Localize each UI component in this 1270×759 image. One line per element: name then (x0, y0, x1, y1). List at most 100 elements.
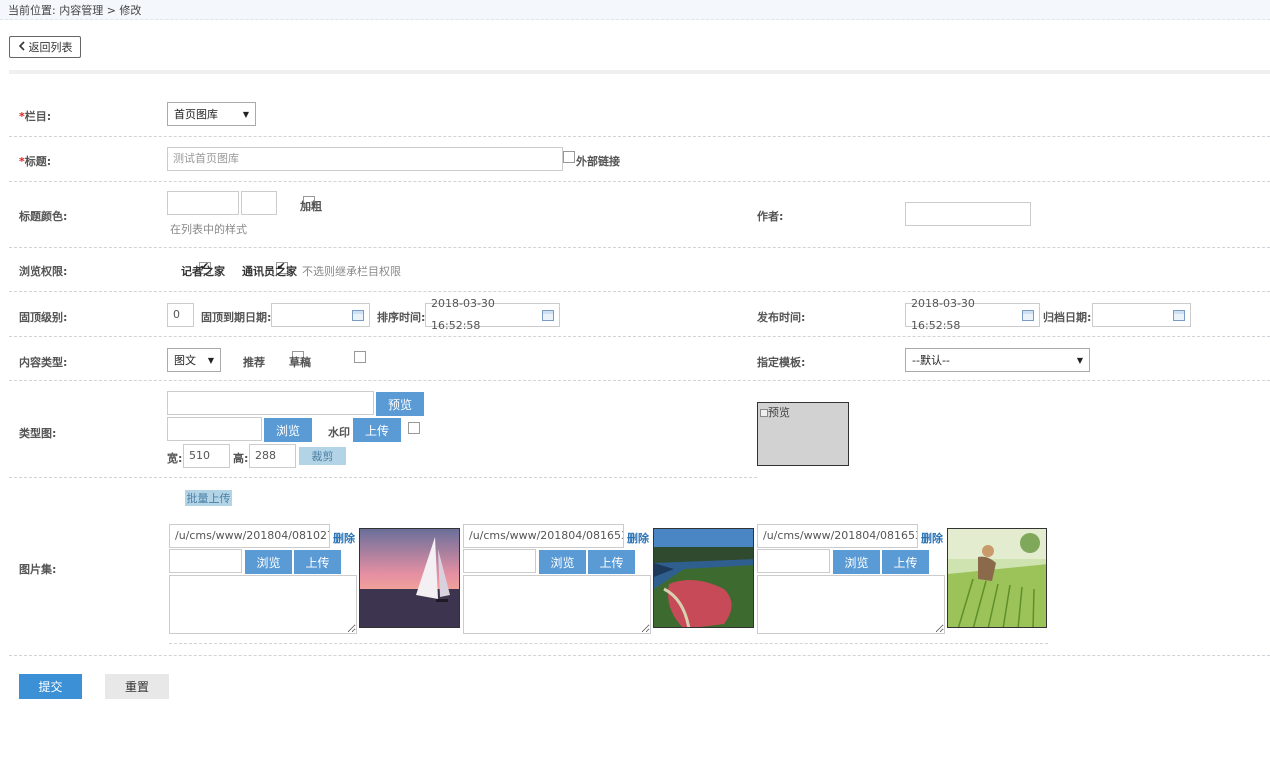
sailboat-sunset-image (360, 529, 459, 627)
row-divider (9, 655, 1270, 656)
type-image-preview: 预览 (757, 402, 849, 466)
type-image-path-input[interactable] (167, 391, 374, 415)
back-to-list-button[interactable]: 返回列表 (9, 36, 81, 58)
gallery-browse-button[interactable]: 浏览 (833, 550, 880, 574)
calendar-icon[interactable] (1173, 309, 1185, 321)
preview-button[interactable]: 预览 (376, 392, 424, 416)
gallery-upload-button[interactable]: 上传 (882, 550, 929, 574)
content-type-label: 内容类型: (19, 356, 68, 369)
preview-alt-text: 预览 (768, 406, 790, 419)
height-label: 高: (233, 452, 249, 465)
external-link-checkbox[interactable] (563, 151, 575, 163)
gallery-file-input[interactable] (757, 549, 830, 573)
upload-button[interactable]: 上传 (353, 418, 401, 442)
gallery-file-input[interactable] (463, 549, 536, 573)
content-type-select[interactable]: 图文 ▼ (167, 348, 221, 372)
reset-button[interactable]: 重置 (105, 674, 169, 699)
external-link-label: 外部链接 (576, 155, 620, 168)
width-label: 宽: (167, 452, 183, 465)
archive-date-input[interactable] (1092, 303, 1191, 327)
gallery-description-textarea[interactable] (169, 575, 357, 634)
top-level-value: 0 (173, 308, 180, 321)
column-label-text: 栏目: (24, 110, 52, 123)
gallery-divider (169, 643, 1048, 644)
author-label: 作者: (757, 210, 784, 223)
draft-label: 草稿 (289, 356, 311, 369)
title-color-help: 在列表中的样式 (170, 223, 247, 236)
gallery-description-textarea[interactable] (757, 575, 945, 634)
batch-upload-button[interactable]: 批量上传 (185, 490, 232, 506)
gallery-file-input[interactable] (169, 549, 242, 573)
height-input[interactable]: 288 (249, 444, 296, 468)
width-input[interactable]: 510 (183, 444, 230, 468)
row-divider (9, 336, 1270, 337)
title-color-label: 标题颜色: (19, 210, 68, 223)
gallery-upload-button[interactable]: 上传 (294, 550, 341, 574)
publish-time-label: 发布时间: (757, 311, 806, 324)
gallery-delete-link[interactable]: 删除 (627, 530, 649, 546)
chevron-left-icon (18, 40, 26, 54)
publish-time-input[interactable]: 2018-03-30 16:52:58 (905, 297, 1040, 332)
chevron-down-icon: ▼ (242, 109, 249, 119)
browse-button[interactable]: 浏览 (264, 418, 312, 442)
bold-label: 加粗 (300, 200, 322, 213)
sort-time-input[interactable]: 2018-03-30 16:52:58 (425, 297, 560, 332)
perm-reporter-label: 记者之家 (181, 265, 225, 278)
gallery-path-value: /u/cms/www/201804/081027 (175, 529, 330, 542)
title-label: *标题: (19, 153, 51, 169)
type-image-label: 类型图: (19, 427, 57, 440)
breadcrumb: 当前位置: 内容管理 > 修改 (0, 0, 1270, 20)
preview-button-label: 预览 (387, 397, 412, 412)
submit-button[interactable]: 提交 (19, 674, 82, 699)
top-level-label: 固顶级别: (19, 311, 68, 324)
calendar-icon[interactable] (1022, 309, 1034, 321)
calendar-icon[interactable] (542, 309, 554, 321)
crop-button-label: 裁剪 (311, 450, 334, 463)
author-input[interactable] (905, 202, 1031, 226)
template-select[interactable]: --默认-- ▼ (905, 348, 1090, 372)
upload-button-label: 上传 (364, 423, 389, 438)
back-button-label: 返回列表 (28, 41, 73, 54)
gallery-delete-link[interactable]: 删除 (333, 530, 355, 546)
gallery-thumbnail (359, 528, 460, 628)
image-set-label: 图片集: (19, 563, 57, 576)
gallery-upload-label: 上传 (305, 555, 330, 570)
gallery-path-input[interactable]: /u/cms/www/201804/081653 (757, 524, 918, 548)
publish-time-value: 2018-03-30 16:52:58 (911, 297, 975, 332)
watermark-checkbox[interactable] (408, 422, 420, 434)
farmer-field-image (948, 529, 1046, 627)
title-input[interactable]: 测试首页图库 (167, 147, 563, 171)
gallery-browse-button[interactable]: 浏览 (245, 550, 292, 574)
calendar-icon[interactable] (352, 309, 364, 321)
broken-image-icon (760, 409, 768, 417)
column-label: *栏目: (19, 108, 51, 124)
crop-button[interactable]: 裁剪 (299, 447, 346, 465)
title-color-picker[interactable] (241, 191, 277, 215)
column-select-value: 首页图库 (174, 108, 218, 121)
top-level-input[interactable]: 0 (167, 303, 194, 327)
top-expire-input[interactable] (271, 303, 370, 327)
gallery-path-input[interactable]: /u/cms/www/201804/081653 (463, 524, 624, 548)
type-image-file-input[interactable] (167, 417, 262, 441)
breadcrumb-text: 当前位置: 内容管理 > 修改 (8, 4, 142, 17)
template-value: --默认-- (912, 354, 950, 367)
column-select[interactable]: 首页图库 ▼ (167, 102, 256, 126)
template-label: 指定模板: (757, 356, 806, 369)
draft-checkbox[interactable] (353, 351, 366, 363)
row-divider (9, 380, 1270, 381)
gallery-path-input[interactable]: /u/cms/www/201804/081027 (169, 524, 330, 548)
lakeside-garden-image (654, 529, 753, 627)
recommend-label: 推荐 (243, 356, 265, 369)
gallery-path-value: /u/cms/www/201804/081653 (469, 529, 624, 542)
gallery-browse-button[interactable]: 浏览 (539, 550, 586, 574)
title-color-input[interactable] (167, 191, 239, 215)
gallery-thumbnail (947, 528, 1047, 628)
archive-date-label: 归档日期: (1043, 311, 1092, 324)
gallery-upload-label: 上传 (599, 555, 624, 570)
gallery-upload-button[interactable]: 上传 (588, 550, 635, 574)
gallery-description-textarea[interactable] (463, 575, 651, 634)
gallery-delete-link[interactable]: 删除 (921, 530, 943, 546)
title-label-text: 标题: (24, 155, 52, 168)
view-permission-label: 浏览权限: (19, 265, 68, 278)
sort-time-value: 2018-03-30 16:52:58 (431, 297, 495, 332)
